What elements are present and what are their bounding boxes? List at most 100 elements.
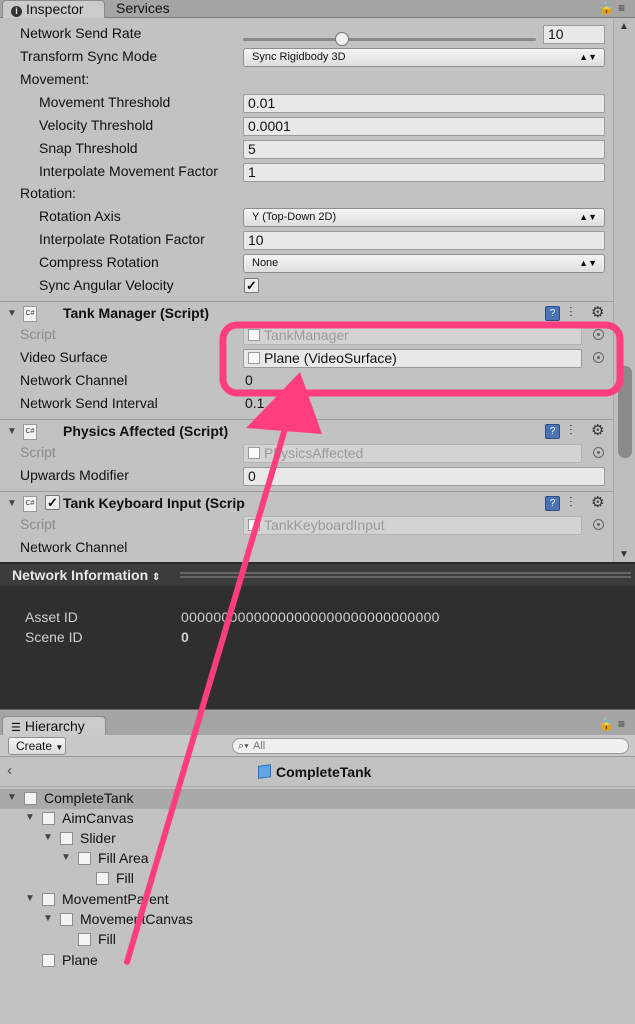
expand-arrow-icon[interactable]: ▼ <box>25 812 35 823</box>
preset-sliders-icon[interactable]: ⫶ <box>569 494 573 511</box>
scroll-thumb[interactable] <box>618 366 632 458</box>
preset-sliders-icon[interactable]: ⫶ <box>569 422 573 439</box>
script-file-icon <box>248 329 260 341</box>
tank-keyboard-header[interactable]: ▼ C# ✓ Tank Keyboard Input (Scrip ? ⫶ ⚙ <box>0 491 613 515</box>
network-information-panel: Asset ID 0000000000000000000000000000000… <box>0 586 635 709</box>
network-send-rate-slider[interactable] <box>243 38 536 41</box>
hierarchy-search-input[interactable]: ⌕▾ All <box>232 738 629 754</box>
create-button[interactable]: Create ▼ <box>8 737 66 755</box>
rotation-axis-dropdown[interactable]: Y (Top-Down 2D) ▲▼ <box>243 208 605 227</box>
tree-item-slider[interactable]: ▼ Slider <box>0 829 635 849</box>
inspector-panel: Network Send Rate 10 Transform Sync Mode… <box>0 19 613 562</box>
tree-item-fill-area[interactable]: ▼ Fill Area <box>0 849 635 869</box>
script-label: Script <box>20 326 56 342</box>
dropdown-arrow-icon: ▼ <box>55 743 64 752</box>
keyboard-script-row: Script TankKeyboardInput <box>0 514 613 537</box>
expand-arrow-icon[interactable]: ▼ <box>43 832 53 843</box>
dropdown-arrows-icon: ▲▼ <box>579 258 597 268</box>
tree-item-plane[interactable]: Plane <box>0 951 635 971</box>
interp-movement-field[interactable]: 1 <box>243 163 605 182</box>
network-send-rate-field[interactable]: 10 <box>543 25 605 44</box>
snap-threshold-label: Snap Threshold <box>39 140 138 156</box>
send-interval-value: 0.1 <box>245 395 265 411</box>
search-icon: ⌕▾ <box>238 740 249 752</box>
send-interval-row: Network Send Interval 0.1 <box>0 393 613 416</box>
foldout-arrow-icon[interactable]: ▼ <box>7 426 17 437</box>
csharp-script-icon: C# <box>23 306 37 322</box>
tree-item-aimcanvas[interactable]: ▼ AimCanvas <box>0 809 635 829</box>
script-file-icon <box>248 447 260 459</box>
help-book-icon[interactable]: ? <box>545 306 560 321</box>
velocity-threshold-field[interactable]: 0.0001 <box>243 117 605 136</box>
tree-item-movementparent[interactable]: ▼ MovementParent <box>0 890 635 910</box>
physics-affected-header[interactable]: ▼ C# Physics Affected (Script) ? ⫶ ⚙ <box>0 419 613 443</box>
lock-icon[interactable]: 🔒 <box>599 1 618 15</box>
tab-inspector[interactable]: i Inspector <box>2 0 105 18</box>
snap-threshold-field[interactable]: 5 <box>243 140 605 159</box>
lock-icon[interactable]: 🔒 <box>599 717 618 731</box>
video-surface-field[interactable]: Plane (VideoSurface) <box>243 349 582 368</box>
gameobject-cube-icon <box>96 872 109 885</box>
network-information-header[interactable]: Network Information ⇕ <box>0 562 635 586</box>
compress-rotation-label: Compress Rotation <box>39 254 159 270</box>
transform-sync-mode-dropdown[interactable]: Sync Rigidbody 3D ▲▼ <box>243 48 605 67</box>
expand-arrow-icon[interactable]: ▼ <box>25 893 35 904</box>
inspector-scrollbar[interactable]: ▲ ▼ <box>613 19 635 562</box>
tree-item-fill[interactable]: Fill <box>0 869 635 889</box>
help-book-icon[interactable]: ? <box>545 496 560 511</box>
velocity-threshold-label: Velocity Threshold <box>39 117 154 133</box>
tree-item-fill-2[interactable]: Fill <box>0 930 635 950</box>
tab-services[interactable]: Services <box>108 0 178 18</box>
dropdown-arrows-icon: ▲▼ <box>579 212 597 222</box>
physics-script-value: PhysicsAffected <box>264 445 364 461</box>
back-chevron-icon[interactable]: ‹ <box>7 762 12 780</box>
gear-icon[interactable]: ⚙ <box>591 493 604 511</box>
foldout-arrow-icon[interactable]: ▼ <box>7 308 17 319</box>
hierarchy-toolbar: Create ▼ ⌕▾ All <box>0 735 635 757</box>
network-channel-label: Network Channel <box>20 539 128 555</box>
tank-manager-script-field: TankManager <box>243 326 582 345</box>
tank-manager-script-row: Script TankManager <box>0 324 613 347</box>
expand-arrow-icon[interactable]: ▼ <box>61 852 71 863</box>
movement-threshold-field[interactable]: 0.01 <box>243 94 605 113</box>
tree-item-completetank[interactable]: ▼ CompleteTank <box>0 789 635 809</box>
gear-icon[interactable]: ⚙ <box>591 303 604 321</box>
sync-angular-label: Sync Angular Velocity <box>39 277 174 293</box>
object-picker-icon <box>593 447 604 458</box>
scene-title: CompleteTank <box>258 764 371 780</box>
transform-sync-mode-row: Transform Sync Mode Sync Rigidbody 3D ▲▼ <box>0 46 613 69</box>
send-interval-label: Network Send Interval <box>20 395 158 411</box>
tree-item-movementcanvas[interactable]: ▼ MovementCanvas <box>0 910 635 930</box>
rotation-axis-row: Rotation Axis Y (Top-Down 2D) ▲▼ <box>0 206 613 229</box>
tab-services-label: Services <box>116 0 170 16</box>
menu-icon[interactable]: ≡ <box>618 1 629 15</box>
help-book-icon[interactable]: ? <box>545 424 560 439</box>
upwards-modifier-field[interactable]: 0 <box>243 467 605 486</box>
object-picker-icon[interactable] <box>593 352 604 363</box>
tank-manager-script-value: TankManager <box>264 327 349 343</box>
slider-knob[interactable] <box>335 32 349 46</box>
tank-manager-header[interactable]: ▼ C# Tank Manager (Script) ? ⫶ ⚙ <box>0 301 613 325</box>
video-surface-label: Video Surface <box>20 349 108 365</box>
gear-icon[interactable]: ⚙ <box>591 421 604 439</box>
foldout-arrow-icon[interactable]: ▼ <box>7 498 17 509</box>
network-information-title: Network Information ⇕ <box>12 567 160 583</box>
sync-angular-checkbox[interactable]: ✓ <box>244 278 259 293</box>
keyboard-network-channel-row: Network Channel <box>0 537 613 560</box>
physics-script-field: PhysicsAffected <box>243 444 582 463</box>
tab-hierarchy[interactable]: ☰ Hierarchy <box>2 716 106 736</box>
gameobject-cube-icon <box>24 792 37 805</box>
drag-handle[interactable] <box>180 572 631 578</box>
physics-script-row: Script PhysicsAffected <box>0 442 613 465</box>
menu-icon[interactable]: ≡ <box>618 717 629 731</box>
movement-threshold-label: Movement Threshold <box>39 94 171 110</box>
scroll-up-icon[interactable]: ▲ <box>619 21 629 32</box>
interp-rotation-field[interactable]: 10 <box>243 231 605 250</box>
scroll-down-icon[interactable]: ▼ <box>619 549 629 560</box>
expand-arrow-icon[interactable]: ▼ <box>43 913 53 924</box>
asset-id-label: Asset ID <box>25 609 78 625</box>
compress-rotation-dropdown[interactable]: None ▲▼ <box>243 254 605 273</box>
component-enabled-checkbox[interactable]: ✓ <box>45 495 60 510</box>
preset-sliders-icon[interactable]: ⫶ <box>569 304 573 321</box>
expand-arrow-icon[interactable]: ▼ <box>7 792 17 803</box>
